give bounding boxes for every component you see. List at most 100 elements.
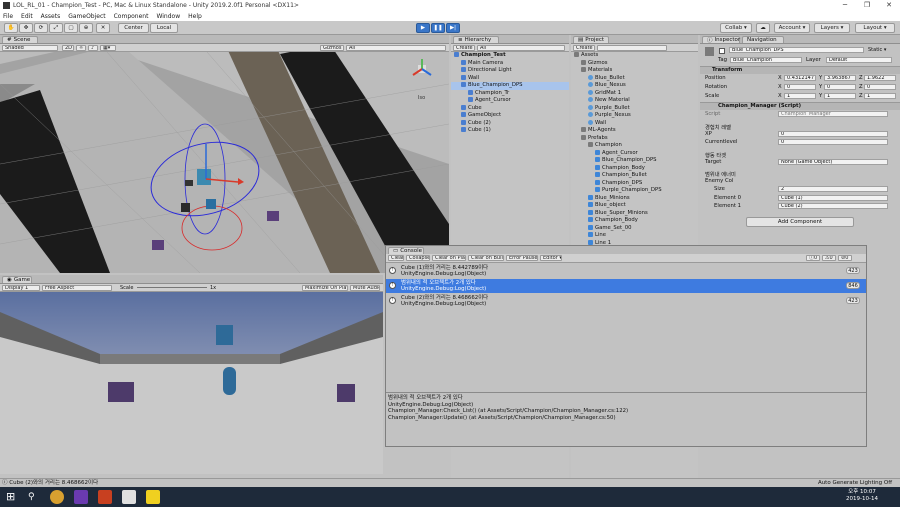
- layer-dropdown[interactable]: Default: [826, 57, 892, 63]
- size-field[interactable]: 2: [778, 186, 888, 192]
- project-item[interactable]: Blue_Bullet: [571, 74, 698, 83]
- maximize-on-play-toggle[interactable]: Maximize On Play: [302, 285, 348, 291]
- scale-z-field[interactable]: 1: [864, 93, 896, 99]
- active-checkbox[interactable]: [719, 48, 725, 54]
- menu-help[interactable]: Help: [188, 13, 202, 20]
- element1-field[interactable]: Cube (2): [778, 203, 888, 209]
- effects-dropdown-icon[interactable]: ▦▾: [100, 45, 116, 51]
- detail-link[interactable]: Champion_Manager:Update() (at Assets/Scr…: [388, 415, 628, 422]
- menu-assets[interactable]: Assets: [41, 13, 61, 20]
- rotation-x-field[interactable]: 0: [784, 84, 816, 90]
- close-button[interactable]: ✕: [878, 0, 900, 11]
- tab-scene[interactable]: # Scene: [2, 36, 38, 43]
- rotate-tool-icon[interactable]: ⟳: [34, 23, 48, 33]
- project-item[interactable]: Purple_Bullet: [571, 104, 698, 113]
- currentlevel-field[interactable]: 0: [778, 139, 888, 145]
- status-message[interactable]: Cube (2)와의 거리는 8.468662이다: [9, 480, 98, 486]
- scale-x-field[interactable]: 1: [784, 93, 816, 99]
- project-search-input[interactable]: [597, 45, 667, 51]
- enemy-col-foldout[interactable]: Enemy Col: [705, 178, 733, 184]
- hierarchy-item[interactable]: Champion_Test: [451, 52, 569, 60]
- maximize-button[interactable]: ❐: [856, 0, 878, 11]
- position-y-field[interactable]: 3.963867: [824, 75, 856, 81]
- project-item[interactable]: Champion: [571, 142, 698, 150]
- project-item[interactable]: Agent_Cursor: [571, 149, 698, 158]
- target-field[interactable]: None (Game Object): [778, 159, 888, 165]
- clock[interactable]: 오후 10:07 2019-10-14: [846, 489, 878, 503]
- tab-project[interactable]: ▤ Project: [573, 36, 609, 43]
- menu-file[interactable]: File: [3, 13, 13, 20]
- project-item[interactable]: Champion_Bullet: [571, 172, 698, 180]
- project-item[interactable]: Game_Set_00: [571, 224, 698, 233]
- project-item[interactable]: Line: [571, 232, 698, 240]
- console-clear-on-play-button[interactable]: Clear on Play: [432, 255, 466, 261]
- console-clear-button[interactable]: Clear: [388, 255, 404, 261]
- layers-dropdown[interactable]: Layers ▾: [814, 23, 850, 33]
- transform-tool-icon[interactable]: ⊕: [79, 23, 93, 33]
- unity-taskbar-icon[interactable]: [122, 490, 136, 504]
- tab-navigation[interactable]: Navigation: [742, 36, 784, 43]
- account-dropdown[interactable]: Account ▾: [774, 23, 810, 33]
- console-log-entry[interactable]: ! 범위내의 적 오브젝트가 2개 있다 UnityEngine.Debug:Log…: [386, 279, 866, 293]
- rotation-z-field[interactable]: 0: [864, 84, 896, 90]
- project-item[interactable]: GridMat 1: [571, 89, 698, 98]
- tab-game[interactable]: ◉ Game: [2, 276, 32, 283]
- project-item[interactable]: Blue_Super_Minions: [571, 209, 698, 218]
- step-button[interactable]: ▶|: [446, 23, 460, 33]
- project-item[interactable]: Champion_DPS: [571, 179, 698, 188]
- error-count-toggle[interactable]: ⊘0: [838, 255, 852, 261]
- console-clear-on-build-button[interactable]: Clear on Build: [468, 255, 504, 261]
- console-collapse-button[interactable]: Collapse: [406, 255, 430, 261]
- scene-search-input[interactable]: All: [346, 45, 446, 51]
- play-button[interactable]: ▶: [416, 23, 430, 33]
- hierarchy-search-input[interactable]: All: [477, 45, 565, 51]
- project-item[interactable]: Champion_Body: [571, 164, 698, 173]
- collab-dropdown[interactable]: Collab ▾: [720, 23, 752, 33]
- project-item[interactable]: Blue_Nexus: [571, 82, 698, 90]
- console-error-pause-button[interactable]: Error Pause: [506, 255, 538, 261]
- console-editor-dropdown[interactable]: Editor ▾: [540, 255, 562, 261]
- hierarchy-item[interactable]: Agent_Cursor: [451, 97, 569, 105]
- minimize-button[interactable]: ─: [834, 0, 856, 11]
- chrome-icon[interactable]: [50, 490, 64, 504]
- pause-button[interactable]: ❚❚: [431, 23, 445, 33]
- hierarchy-item[interactable]: Directional Light: [451, 67, 569, 75]
- console-splitter[interactable]: [386, 392, 866, 393]
- menu-window[interactable]: Window: [156, 13, 180, 20]
- menu-edit[interactable]: Edit: [21, 13, 33, 20]
- scale-slider[interactable]: [137, 287, 207, 288]
- game-viewport[interactable]: [0, 292, 383, 474]
- hierarchy-item[interactable]: Cube (1): [451, 127, 569, 135]
- add-component-button[interactable]: Add Component: [746, 217, 854, 227]
- position-x-field[interactable]: 0.4312147: [784, 75, 816, 81]
- scale-tool-icon[interactable]: ⤢: [49, 23, 63, 33]
- static-dropdown[interactable]: Static ▾: [868, 47, 886, 53]
- detail-link[interactable]: Champion_Manager:Check_List() (at Assets…: [388, 408, 628, 415]
- hierarchy-item[interactable]: Main Camera: [451, 59, 569, 68]
- hand-tool-icon[interactable]: ✋: [4, 23, 18, 33]
- project-item[interactable]: Blue_Champion_DPS: [571, 157, 698, 165]
- lighting-toggle-icon[interactable]: ☼: [76, 45, 86, 51]
- cloud-icon[interactable]: ☁: [756, 23, 770, 33]
- hierarchy-item[interactable]: Wall: [451, 74, 569, 83]
- rect-tool-icon[interactable]: ▢: [64, 23, 78, 33]
- scene-viewport[interactable]: Iso: [0, 44, 449, 273]
- project-item[interactable]: ML-Agents: [571, 127, 698, 135]
- kakaotalk-icon[interactable]: [146, 490, 160, 504]
- shading-mode-dropdown[interactable]: Shaded: [2, 45, 58, 51]
- layout-dropdown[interactable]: Layout ▾: [855, 23, 895, 33]
- hierarchy-item[interactable]: Cube: [451, 104, 569, 113]
- lighting-status[interactable]: Auto Generate Lighting Off: [818, 479, 892, 487]
- project-item[interactable]: New Material: [571, 97, 698, 105]
- powerpoint-icon[interactable]: [98, 490, 112, 504]
- project-item[interactable]: Champion_Body: [571, 217, 698, 225]
- position-z-field[interactable]: 1.9622: [864, 75, 896, 81]
- tab-hierarchy[interactable]: ≡ Hierarchy: [453, 36, 499, 43]
- audio-toggle-icon[interactable]: ♪: [88, 45, 98, 51]
- element0-field[interactable]: Cube (1): [778, 195, 888, 201]
- tab-inspector[interactable]: ⓘ Inspector: [702, 36, 740, 44]
- info-count-toggle[interactable]: ⓘ0: [806, 255, 820, 261]
- 2d-toggle[interactable]: 2D: [62, 45, 74, 51]
- rotation-y-field[interactable]: 0: [824, 84, 856, 90]
- project-item[interactable]: Wall: [571, 119, 698, 128]
